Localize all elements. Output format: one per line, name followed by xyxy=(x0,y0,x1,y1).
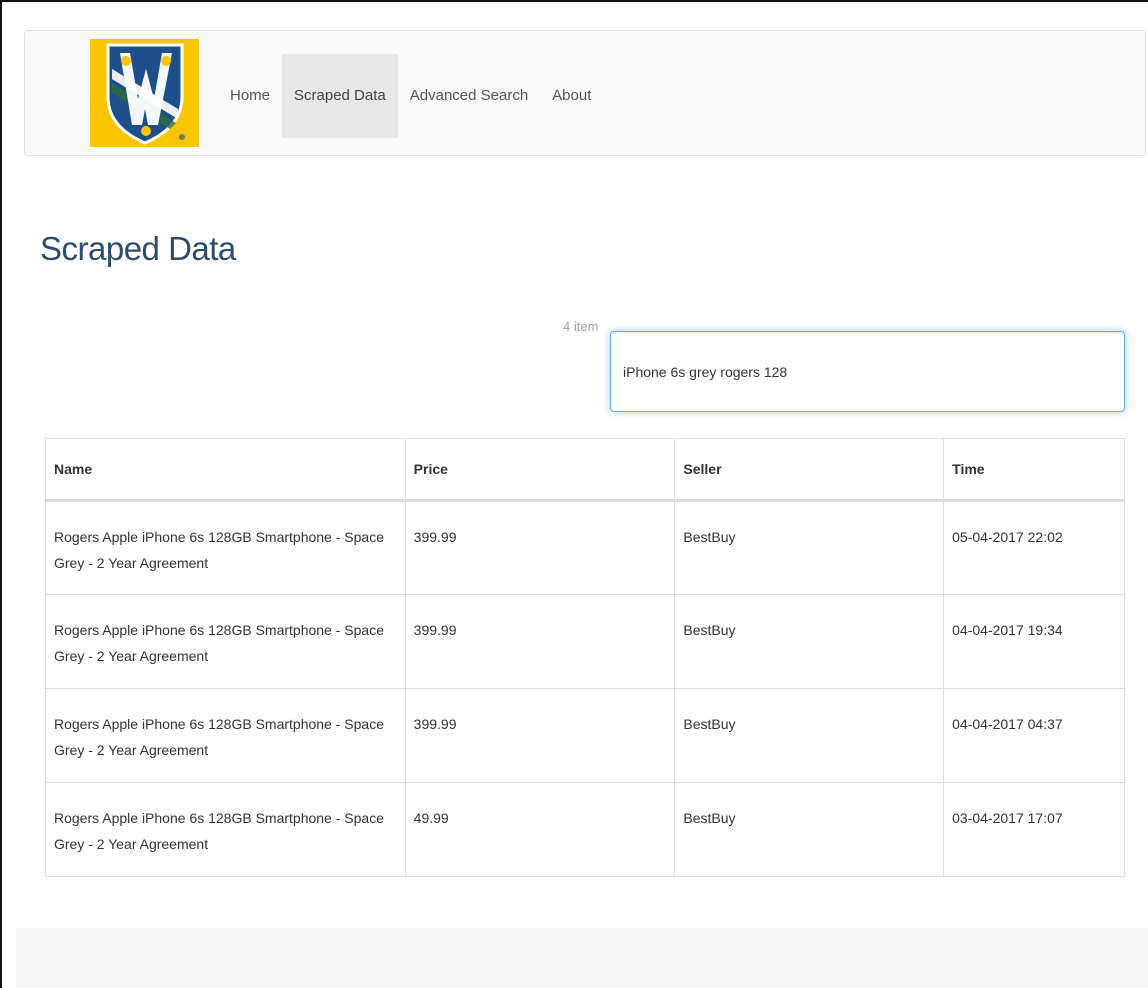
cell-price: 399.99 xyxy=(404,688,676,783)
column-header-time[interactable]: Time xyxy=(943,438,1125,502)
footer xyxy=(16,928,1148,988)
column-header-name[interactable]: Name xyxy=(45,438,406,502)
university-shield-logo-icon[interactable] xyxy=(90,39,199,147)
table-row: Rogers Apple iPhone 6s 128GB Smartphone … xyxy=(45,594,1125,689)
results-table: Name Price Seller Time Rogers Apple iPho… xyxy=(45,438,1125,877)
nav-scraped-data[interactable]: Scraped Data xyxy=(282,54,398,138)
table-row: Rogers Apple iPhone 6s 128GB Smartphone … xyxy=(45,688,1125,783)
cell-time: 04-04-2017 19:34 xyxy=(943,594,1125,689)
cell-seller: BestBuy xyxy=(674,500,945,595)
nav-home[interactable]: Home xyxy=(218,54,282,138)
cell-name: Rogers Apple iPhone 6s 128GB Smartphone … xyxy=(45,594,406,689)
navbar: Home Scraped Data Advanced Search About xyxy=(24,30,1146,156)
table-header-row: Name Price Seller Time xyxy=(45,438,1125,502)
main-nav: Home Scraped Data Advanced Search About xyxy=(218,54,603,138)
column-header-seller[interactable]: Seller xyxy=(674,438,945,502)
cell-time: 05-04-2017 22:02 xyxy=(943,500,1125,595)
cell-price: 399.99 xyxy=(404,594,676,689)
cell-seller: BestBuy xyxy=(674,782,945,877)
nav-about[interactable]: About xyxy=(540,54,603,138)
cell-time: 04-04-2017 04:37 xyxy=(943,688,1125,783)
page-title: Scraped Data xyxy=(40,230,236,267)
nav-advanced-search[interactable]: Advanced Search xyxy=(398,54,540,138)
table-row: Rogers Apple iPhone 6s 128GB Smartphone … xyxy=(45,500,1125,595)
search-input[interactable] xyxy=(610,331,1125,412)
cell-name: Rogers Apple iPhone 6s 128GB Smartphone … xyxy=(45,500,406,595)
cell-price: 399.99 xyxy=(404,500,676,595)
item-count: 4 item xyxy=(563,319,599,334)
cell-name: Rogers Apple iPhone 6s 128GB Smartphone … xyxy=(45,688,406,783)
column-header-price[interactable]: Price xyxy=(404,438,676,502)
cell-seller: BestBuy xyxy=(674,688,945,783)
cell-time: 03-04-2017 17:07 xyxy=(943,782,1125,877)
cell-name: Rogers Apple iPhone 6s 128GB Smartphone … xyxy=(45,782,406,877)
cell-seller: BestBuy xyxy=(674,594,945,689)
cell-price: 49.99 xyxy=(404,782,676,877)
table-row: Rogers Apple iPhone 6s 128GB Smartphone … xyxy=(45,782,1125,877)
